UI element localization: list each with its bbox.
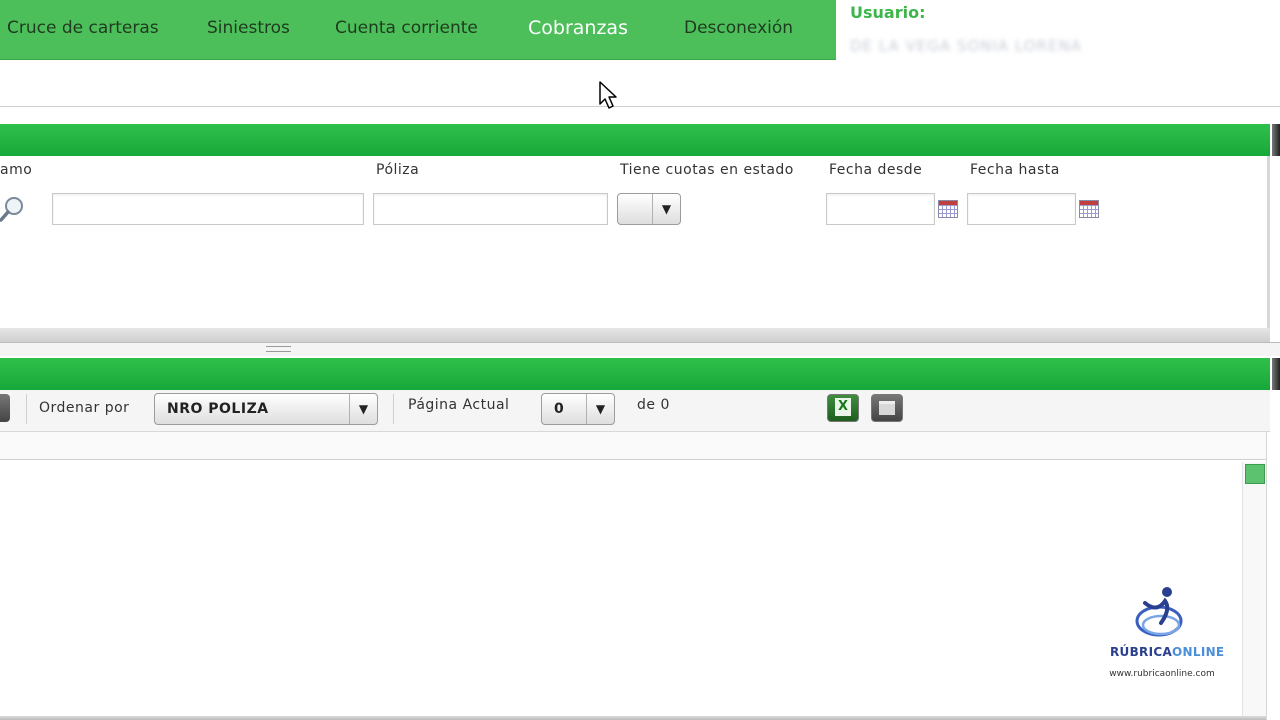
scrollbar-edge[interactable]	[1272, 124, 1280, 156]
calendar-icon[interactable]	[1079, 200, 1099, 218]
ramo-label: amo	[0, 162, 33, 178]
nav-item-desconexion[interactable]: Desconexión	[684, 18, 793, 38]
grid-scrollbar[interactable]	[1242, 462, 1266, 716]
cuotas-estado-label: Tiene cuotas en estado	[620, 162, 794, 178]
printer-icon	[879, 401, 895, 415]
ordenar-por-value: NRO POLIZA	[167, 401, 269, 417]
divider	[0, 106, 1280, 107]
logo-wordmark: RÚBRICAONLINE	[1110, 645, 1224, 659]
excel-icon: X	[835, 398, 851, 416]
user-name: DE LA VEGA SONIA LORENA	[850, 37, 1082, 55]
toolbar-separator	[393, 394, 394, 424]
chevron-down-icon: ▼	[652, 194, 680, 224]
chevron-down-icon: ▼	[349, 394, 377, 424]
user-label: Usuario:	[850, 3, 926, 22]
pagina-actual-label: Página Actual	[408, 397, 510, 413]
nav-item-siniestros[interactable]: Siniestros	[207, 18, 290, 38]
poliza-input[interactable]	[373, 193, 608, 225]
excel-export-button[interactable]: X	[827, 394, 859, 422]
grid-header	[0, 432, 1266, 460]
pagina-actual-select[interactable]: 0 ▼	[541, 393, 615, 425]
logo-url: www.rubricaonline.com	[1109, 669, 1215, 679]
filter-panel-header	[0, 124, 1270, 156]
fecha-hasta-input[interactable]	[967, 193, 1076, 225]
poliza-label: Póliza	[376, 162, 420, 178]
scroll-up-button[interactable]	[1245, 464, 1265, 484]
top-navigation: Cruce de carteras Siniestros Cuenta corr…	[0, 0, 836, 60]
calendar-icon[interactable]	[938, 200, 958, 218]
ramo-input[interactable]	[52, 193, 364, 225]
mouse-cursor-icon	[599, 81, 617, 109]
toolbar-button-partial[interactable]	[0, 394, 10, 422]
print-button[interactable]	[871, 394, 903, 422]
panel-splitter[interactable]	[0, 342, 1280, 356]
pagina-actual-value: 0	[554, 401, 565, 417]
nav-item-cobranzas[interactable]: Cobranzas	[528, 17, 628, 39]
results-grid	[0, 461, 1266, 716]
results-panel-header	[0, 358, 1270, 390]
logo-word-rubrica: RÚBRICA	[1110, 645, 1173, 659]
outer-scrollbar-track[interactable]	[1266, 432, 1280, 720]
nav-item-cruce-de-carteras[interactable]: Cruce de carteras	[7, 18, 159, 38]
splitter-grip-icon[interactable]	[266, 346, 291, 352]
panel-border	[1267, 156, 1270, 328]
panel-bottom-border	[0, 716, 1266, 720]
fecha-desde-label: Fecha desde	[829, 162, 923, 178]
logo-word-online: ONLINE	[1172, 645, 1225, 659]
panel-footer	[0, 328, 1270, 342]
chevron-down-icon: ▼	[586, 394, 614, 424]
ordenar-por-select[interactable]: NRO POLIZA ▼	[154, 393, 378, 425]
toolbar-separator	[26, 394, 27, 424]
ordenar-por-label: Ordenar por	[39, 400, 130, 416]
nav-item-cuenta-corriente[interactable]: Cuenta corriente	[335, 18, 478, 38]
scrollbar-edge[interactable]	[1272, 358, 1280, 390]
search-icon[interactable]	[0, 194, 28, 224]
rubrica-logo-icon	[1135, 587, 1183, 637]
cuotas-estado-select[interactable]: ▼	[617, 193, 681, 225]
total-pages-label: de 0	[637, 397, 670, 413]
fecha-hasta-label: Fecha hasta	[970, 162, 1060, 178]
fecha-desde-input[interactable]	[826, 193, 935, 225]
